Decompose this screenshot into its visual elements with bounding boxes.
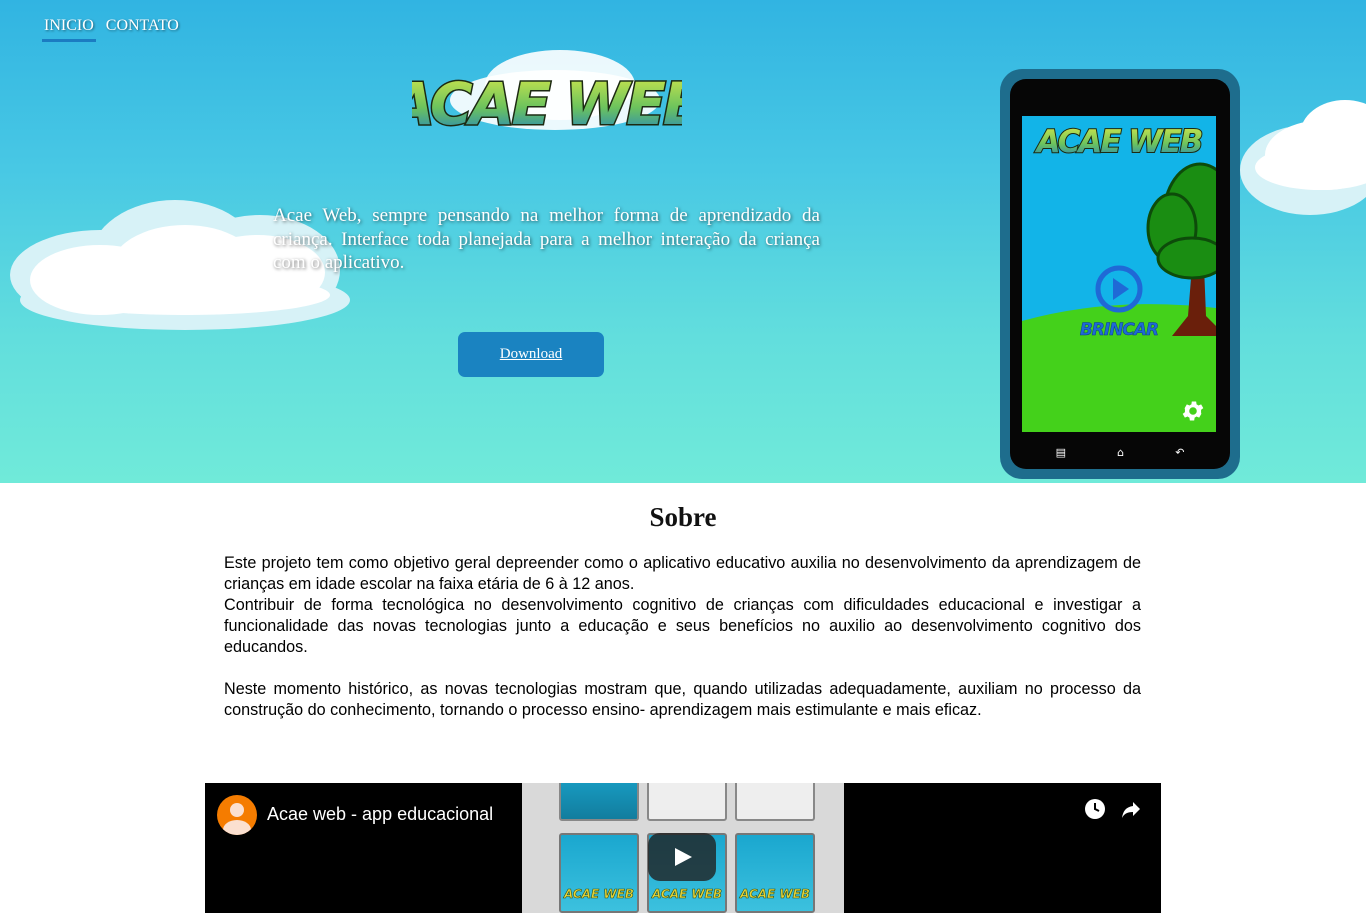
- screen-logo: ACAE WEB: [1034, 124, 1202, 160]
- back-icon[interactable]: ↶: [1175, 446, 1184, 459]
- download-button[interactable]: Download: [458, 332, 604, 377]
- nav-item-contato[interactable]: CONTATO: [104, 16, 181, 42]
- channel-avatar[interactable]: [217, 795, 257, 835]
- about-title: Sobre: [649, 502, 717, 532]
- home-icon[interactable]: ⌂: [1117, 446, 1124, 459]
- play-circle-icon[interactable]: [1094, 264, 1144, 314]
- watch-later-icon[interactable]: [1083, 797, 1107, 821]
- video-title[interactable]: Acae web - app educacional: [267, 804, 493, 825]
- acae-web-logo: ACAE WEB: [412, 69, 682, 139]
- main-nav: INICIO CONTATO: [42, 16, 181, 42]
- menu-icon[interactable]: ▤: [1056, 446, 1066, 459]
- gear-icon[interactable]: [1180, 398, 1206, 424]
- about-body: Este projeto tem como objetivo geral dep…: [224, 553, 1141, 721]
- svg-text:ACAE WEB: ACAE WEB: [412, 70, 682, 138]
- share-icon[interactable]: [1119, 797, 1143, 821]
- about-paragraph: Este projeto tem como objetivo geral dep…: [224, 554, 1141, 593]
- hero-description: Acae Web, sempre pensando na melhor form…: [273, 205, 820, 273]
- nav-item-inicio[interactable]: INICIO: [42, 16, 96, 42]
- play-label[interactable]: BRINCAR: [1078, 320, 1160, 341]
- video-play-icon[interactable]: [648, 833, 716, 881]
- about-paragraph: Neste momento histórico, as novas tecnol…: [224, 680, 1141, 719]
- phone-softkeys: ▤ ⌂ ↶: [1030, 444, 1210, 460]
- video-embed[interactable]: ACAE WEB ACAE WEB ACAE WEB Acae web - ap…: [205, 783, 1161, 913]
- about-paragraph: Contribuir de forma tecnológica no desen…: [224, 596, 1141, 656]
